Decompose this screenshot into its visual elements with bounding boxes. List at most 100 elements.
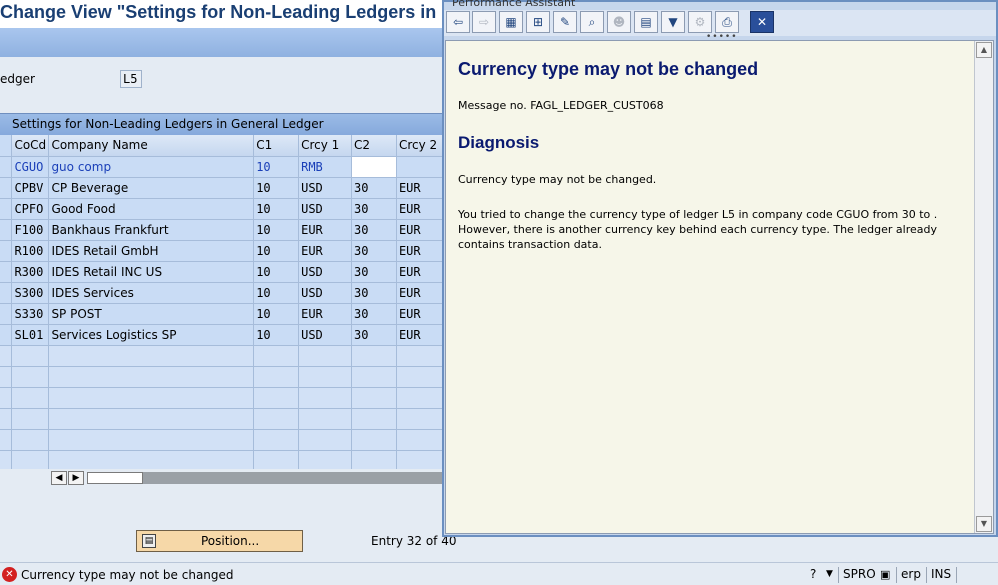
ledger-field[interactable]: L5 bbox=[120, 70, 142, 88]
cell-company-name[interactable]: IDES Retail GmbH bbox=[48, 240, 255, 262]
cell-company-name[interactable]: CP Beverage bbox=[48, 177, 255, 199]
empty-table-row[interactable] bbox=[0, 450, 444, 469]
filter-icon[interactable]: ▼ bbox=[661, 11, 685, 33]
row-selector[interactable] bbox=[0, 429, 13, 451]
cell-c2[interactable] bbox=[351, 387, 397, 409]
column-header-c2[interactable]: C2 bbox=[351, 135, 397, 157]
cell-company-name[interactable]: guo comp bbox=[48, 156, 255, 178]
row-selector[interactable] bbox=[0, 177, 13, 199]
cell-cocd[interactable] bbox=[11, 366, 50, 388]
cell-c2[interactable] bbox=[351, 450, 397, 469]
structure-icon[interactable]: ⊞ bbox=[526, 11, 550, 33]
cell-crcy1[interactable]: USD bbox=[298, 261, 353, 283]
row-selector[interactable] bbox=[0, 387, 13, 409]
row-selector[interactable] bbox=[0, 303, 13, 325]
cell-company-name[interactable]: Good Food bbox=[48, 198, 255, 220]
row-selector[interactable] bbox=[0, 261, 13, 283]
cell-c1[interactable]: 10 bbox=[253, 156, 300, 178]
table-row[interactable]: CPBV CP Beverage 10 USD 30 EUR bbox=[0, 177, 444, 199]
table-row[interactable]: R100 IDES Retail GmbH 10 EUR 30 EUR bbox=[0, 240, 444, 262]
cell-c2[interactable] bbox=[351, 429, 397, 451]
cell-company-name[interactable]: IDES Services bbox=[48, 282, 255, 304]
cell-crcy2[interactable] bbox=[396, 429, 444, 451]
cell-crcy2[interactable] bbox=[396, 387, 444, 409]
table-row[interactable]: R300 IDES Retail INC US 10 USD 30 EUR bbox=[0, 261, 444, 283]
edit-icon[interactable]: ✎ bbox=[553, 11, 577, 33]
cell-crcy1[interactable]: USD bbox=[298, 282, 353, 304]
cell-cocd[interactable]: R300 bbox=[11, 261, 50, 283]
column-header-cocd[interactable]: CoCd bbox=[11, 135, 50, 157]
cell-c1[interactable]: 10 bbox=[253, 198, 300, 220]
cell-crcy2[interactable] bbox=[396, 156, 444, 178]
row-selector[interactable] bbox=[0, 450, 13, 469]
cell-c2[interactable]: 30 bbox=[351, 282, 397, 304]
cell-company-name[interactable]: SP POST bbox=[48, 303, 255, 325]
cell-cocd[interactable]: CGUO bbox=[11, 156, 50, 178]
table-row[interactable]: S300 IDES Services 10 USD 30 EUR bbox=[0, 282, 444, 304]
cell-c2[interactable]: 30 bbox=[351, 303, 397, 325]
cell-c1[interactable]: 10 bbox=[253, 240, 300, 262]
table-row[interactable]: CGUO guo comp 10 RMB bbox=[0, 156, 444, 178]
cell-crcy1[interactable] bbox=[298, 408, 353, 430]
empty-table-row[interactable] bbox=[0, 387, 444, 409]
cell-crcy1[interactable]: EUR bbox=[298, 240, 353, 262]
cell-crcy1[interactable]: USD bbox=[298, 324, 353, 346]
cell-company-name[interactable]: Bankhaus Frankfurt bbox=[48, 219, 255, 241]
cell-c2[interactable] bbox=[351, 156, 397, 178]
cell-crcy2[interactable]: EUR bbox=[396, 261, 444, 283]
settings-icon[interactable]: ⚙ bbox=[688, 11, 712, 33]
print-icon[interactable]: ⎙ bbox=[715, 11, 739, 33]
cell-c1[interactable]: 10 bbox=[253, 303, 300, 325]
cell-company-name[interactable] bbox=[48, 345, 255, 367]
cell-company-name[interactable]: Services Logistics SP bbox=[48, 324, 255, 346]
back-icon[interactable]: ⇦ bbox=[446, 11, 470, 33]
row-selector[interactable] bbox=[0, 219, 13, 241]
cell-c2[interactable]: 30 bbox=[351, 219, 397, 241]
cell-cocd[interactable]: S300 bbox=[11, 282, 50, 304]
cell-company-name[interactable] bbox=[48, 429, 255, 451]
cell-company-name[interactable] bbox=[48, 387, 255, 409]
column-header-c1[interactable]: C1 bbox=[253, 135, 300, 157]
cell-c1[interactable]: 10 bbox=[253, 261, 300, 283]
cell-company-name[interactable] bbox=[48, 366, 255, 388]
empty-table-row[interactable] bbox=[0, 429, 444, 451]
user-icon[interactable]: ☻ bbox=[607, 11, 631, 33]
horizontal-scrollbar[interactable]: ◀ ▶ bbox=[0, 469, 444, 487]
row-selector[interactable] bbox=[0, 366, 13, 388]
cell-c1[interactable] bbox=[253, 450, 300, 469]
cell-c2[interactable] bbox=[351, 345, 397, 367]
position-button[interactable]: ▤ Position... bbox=[136, 530, 303, 552]
cell-crcy1[interactable]: USD bbox=[298, 198, 353, 220]
cell-c2[interactable] bbox=[351, 408, 397, 430]
empty-table-row[interactable] bbox=[0, 408, 444, 430]
cell-cocd[interactable] bbox=[11, 450, 50, 469]
select-all-cell[interactable] bbox=[0, 135, 13, 157]
cell-c1[interactable] bbox=[253, 366, 300, 388]
cell-c1[interactable] bbox=[253, 429, 300, 451]
cell-c2[interactable] bbox=[351, 366, 397, 388]
scroll-left-icon[interactable]: ◀ bbox=[51, 471, 67, 485]
cell-crcy2[interactable]: EUR bbox=[396, 324, 444, 346]
vertical-scrollbar[interactable]: ▲ ▼ bbox=[974, 41, 993, 533]
cell-cocd[interactable]: SL01 bbox=[11, 324, 50, 346]
cell-crcy2[interactable]: EUR bbox=[396, 177, 444, 199]
cell-crcy1[interactable]: RMB bbox=[298, 156, 353, 178]
table-row[interactable]: F100 Bankhaus Frankfurt 10 EUR 30 EUR bbox=[0, 219, 444, 241]
empty-table-row[interactable] bbox=[0, 345, 444, 367]
cell-c2[interactable]: 30 bbox=[351, 240, 397, 262]
list-icon[interactable]: ▤ bbox=[634, 11, 658, 33]
scroll-right-icon[interactable]: ▶ bbox=[68, 471, 84, 485]
row-selector[interactable] bbox=[0, 345, 13, 367]
row-selector[interactable] bbox=[0, 198, 13, 220]
cell-crcy1[interactable] bbox=[298, 450, 353, 469]
row-selector[interactable] bbox=[0, 324, 13, 346]
column-header-crcy1[interactable]: Crcy 1 bbox=[298, 135, 353, 157]
cell-cocd[interactable]: R100 bbox=[11, 240, 50, 262]
column-header-company-name[interactable]: Company Name bbox=[48, 135, 255, 157]
row-selector[interactable] bbox=[0, 408, 13, 430]
session-icon[interactable]: ▣ bbox=[876, 567, 890, 583]
table-row[interactable]: CPFO Good Food 10 USD 30 EUR bbox=[0, 198, 444, 220]
chevron-down-icon[interactable]: ▼ bbox=[822, 567, 833, 583]
search-icon[interactable]: ⌕ bbox=[580, 11, 604, 33]
cell-crcy2[interactable] bbox=[396, 450, 444, 469]
